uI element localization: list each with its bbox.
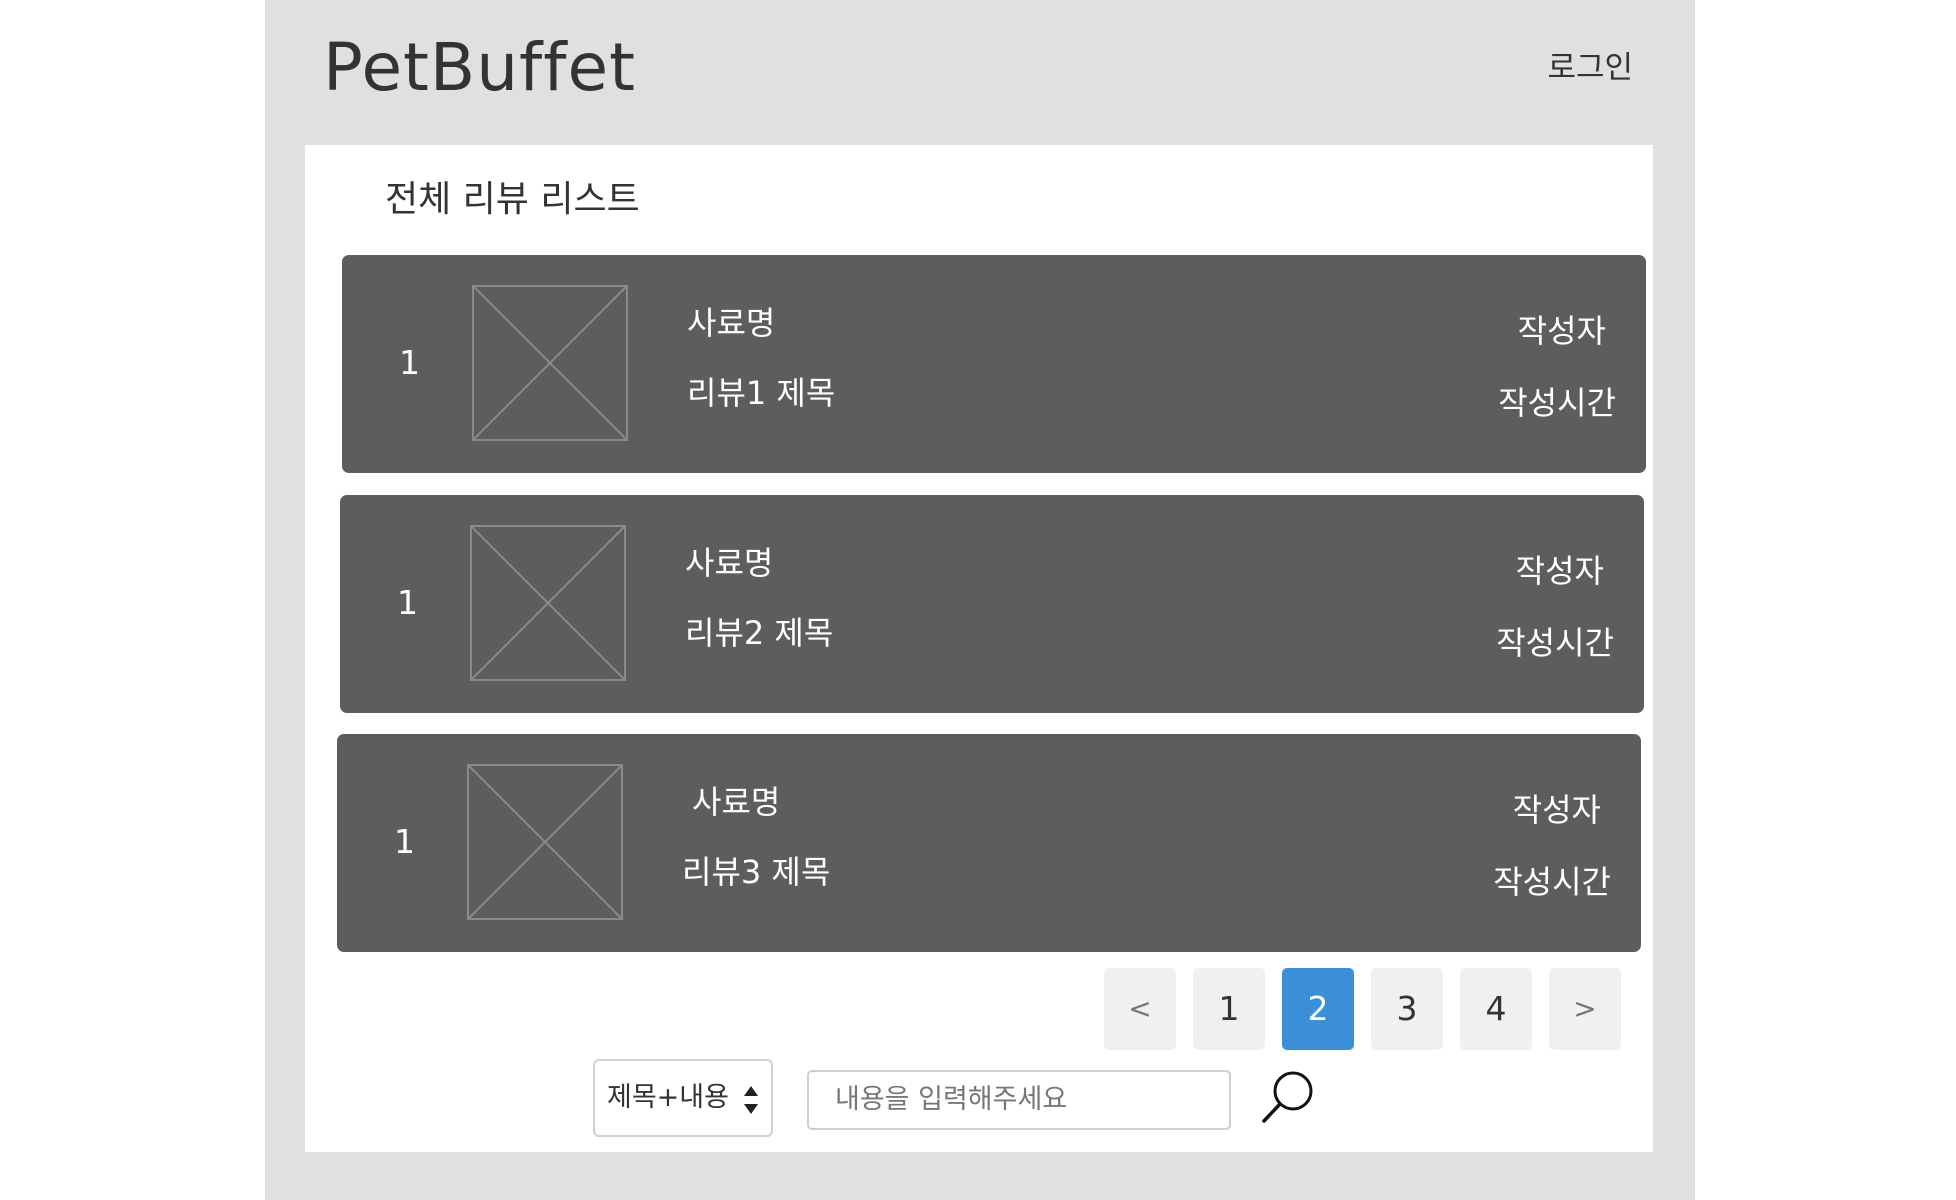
review-number: 1 [394, 822, 415, 861]
image-placeholder-icon [467, 764, 623, 920]
review-author: 작성자 [1515, 552, 1604, 590]
page-title: 전체 리뷰 리스트 [385, 179, 640, 220]
review-title[interactable]: 리뷰3 제목 [682, 850, 830, 894]
page-button-1[interactable]: 1 [1193, 968, 1265, 1050]
review-card[interactable]: 1 사료명 리뷰3 제목 작성자 작성시간 [337, 734, 1641, 952]
search-input[interactable]: 내용을 입력해주세요 [807, 1070, 1231, 1130]
review-author: 작성자 [1512, 791, 1601, 829]
page-button-3[interactable]: 3 [1371, 968, 1443, 1050]
site-logo[interactable]: PetBuffet [323, 28, 636, 108]
review-title[interactable]: 리뷰2 제목 [685, 611, 833, 655]
review-list-panel: 전체 리뷰 리스트 1 사료명 리뷰1 제목 작성자 작성시간 1 사료명 리뷰… [305, 145, 1653, 1152]
search-icon[interactable] [1260, 1069, 1316, 1125]
page-frame: PetBuffet 로그인 전체 리뷰 리스트 1 사료명 리뷰1 제목 작성자… [265, 0, 1695, 1200]
food-name: 사료명 [692, 783, 781, 821]
search-filter-select[interactable]: 제목+내용 [593, 1059, 773, 1137]
prev-page-button[interactable]: < [1104, 968, 1176, 1050]
food-name: 사료명 [685, 544, 774, 582]
page-button-2[interactable]: 2 [1282, 968, 1354, 1050]
select-arrows-icon [744, 1086, 758, 1114]
review-time: 작성시간 [1496, 624, 1614, 662]
review-number: 1 [399, 343, 420, 382]
next-page-button[interactable]: > [1549, 968, 1621, 1050]
review-title[interactable]: 리뷰1 제목 [687, 371, 835, 415]
review-card[interactable]: 1 사료명 리뷰2 제목 작성자 작성시간 [340, 495, 1644, 713]
page-button-4[interactable]: 4 [1460, 968, 1532, 1050]
food-name: 사료명 [687, 304, 776, 342]
image-placeholder-icon [470, 525, 626, 681]
pagination: < 1 2 3 4 > [1104, 968, 1621, 1050]
review-card[interactable]: 1 사료명 리뷰1 제목 작성자 작성시간 [342, 255, 1646, 473]
review-time: 작성시간 [1493, 863, 1611, 901]
review-number: 1 [397, 583, 418, 622]
search-filter-label: 제목+내용 [607, 1082, 729, 1113]
image-placeholder-icon [472, 285, 628, 441]
review-time: 작성시간 [1498, 384, 1616, 422]
login-link[interactable]: 로그인 [1547, 48, 1633, 88]
review-author: 작성자 [1517, 312, 1606, 350]
